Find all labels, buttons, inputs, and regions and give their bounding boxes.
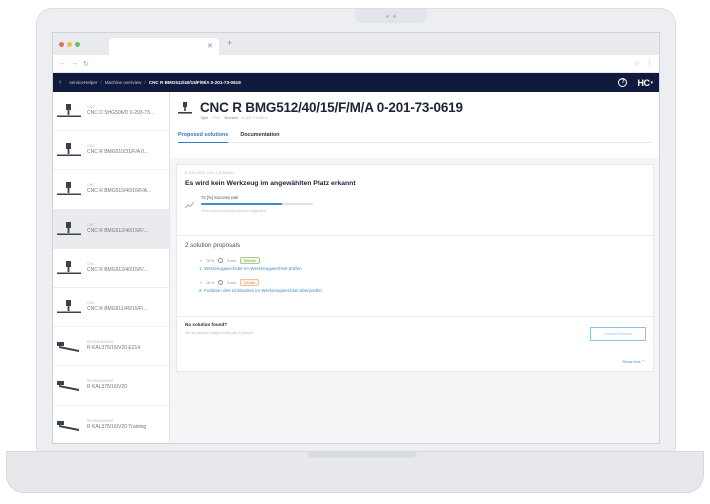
content-tabs: Proposed solutions Documentation <box>178 129 651 143</box>
machine-name: CNC R BMG510/31/F/A 0... <box>87 149 149 156</box>
success-rate-bar <box>201 203 313 205</box>
machine-name: R KAL375/16/V20 E214 <box>87 345 141 352</box>
type-value: CNC <box>212 116 221 120</box>
bookmark-icon[interactable]: ☆ <box>634 60 640 68</box>
spindle-icon <box>57 221 81 235</box>
machine-list-item[interactable]: CNC CNC R BMG510/31/F/A 0... <box>53 131 169 171</box>
brand-logo[interactable]: HC <box>637 78 650 88</box>
edgebander-icon <box>57 420 79 431</box>
no-solution-section: No solution found? We are always ready t… <box>177 317 653 371</box>
trend-up-icon: ↗ <box>199 280 203 285</box>
spindle-icon <box>57 182 81 196</box>
edgebander-icon <box>57 342 79 353</box>
machine-list-item[interactable]: CNC CNC D SHG506/D 0-293-73... <box>53 92 169 132</box>
back-arrow-icon[interactable]: ← <box>59 60 66 67</box>
laptop-base <box>6 451 704 493</box>
solution-proposal: ↗ 76 % 5 min Remote 1. Werkzeugwechsler im W… <box>199 257 645 271</box>
error-title: Es wird kein Werkzeug im angewählten Pla… <box>185 180 356 187</box>
clock-icon <box>218 258 224 263</box>
edgebander-icon <box>57 381 79 392</box>
browser-window: ✕ + ← → ↻ ☆ ⋮ ‹ serviceHelper / Machine … <box>52 32 660 444</box>
spindle-icon <box>57 143 81 157</box>
proposal-time: 5 min <box>227 258 237 263</box>
minimize-window-icon[interactable] <box>67 41 72 47</box>
solution-card: E 1001 0001 1001 1 20180410 Es wird kein… <box>176 164 654 372</box>
browser-menu-icon[interactable]: ⋮ <box>646 60 653 68</box>
chevron-down-icon[interactable]: ▾ <box>650 80 653 86</box>
main-content: CNC R BMG512/40/15/F/M/A 0-201-73-0619 T… <box>170 92 659 443</box>
browser-tab[interactable]: ✕ <box>109 38 219 55</box>
spindle-icon <box>57 260 81 274</box>
proposal-link[interactable]: 2. Funktion des Lichtladers im Werkzeugw… <box>199 288 645 293</box>
no-solution-subtitle: We are always ready to help you in perso… <box>185 331 254 335</box>
clock-icon <box>218 280 224 285</box>
machine-name: CNC R BMG510/40/16/F/A... <box>87 188 152 195</box>
proposals-title: 2 solution proposals <box>185 242 241 249</box>
contact-service-button[interactable]: Contact Service <box>590 327 646 341</box>
machine-name: R KAL375/16/V20 Training <box>87 423 147 430</box>
machine-list-item[interactable]: EDGEBANDING R KAL375/16/V20 <box>53 366 169 406</box>
no-solution-title: No solution found? <box>185 322 228 327</box>
machine-list-item[interactable]: EDGEBANDING R KAL375/16/V20 E214 <box>53 327 169 367</box>
maximize-window-icon[interactable] <box>75 41 80 47</box>
machine-list-item[interactable]: CNC CNC R BMG512/40/15/F/... <box>53 249 169 288</box>
camera-notch <box>355 9 427 23</box>
spindle-icon <box>178 101 192 114</box>
app-header: ‹ serviceHelper / Machine overview / CNC… <box>53 73 659 92</box>
proposal-badge: Remote <box>240 257 260 264</box>
proposal-rate: 76 % <box>206 258 215 263</box>
machine-list: CNC CNC D SHG506/D 0-293-73... CNC CNC R BM… <box>53 92 170 444</box>
close-tab-icon[interactable]: ✕ <box>207 43 213 50</box>
back-icon[interactable]: ‹ <box>59 79 61 86</box>
success-rate-label: 72 [%] Success rate <box>201 195 239 200</box>
error-section: E 1001 0001 1001 1 20180410 Es wird kein… <box>177 165 653 236</box>
type-label: Type <box>200 116 209 120</box>
number-value: 0-201-73-0619 <box>241 116 267 120</box>
machine-name: R KAL375/16/V20 <box>87 384 128 391</box>
tab-documentation[interactable]: Documentation <box>240 129 279 143</box>
breadcrumb-home[interactable]: serviceHelper <box>69 80 97 85</box>
breadcrumb-machine-overview[interactable]: Machine overview <box>105 80 142 85</box>
solution-proposal: ↗ 18 % 5 min On site 2. Funktion des Lichtla… <box>199 279 645 293</box>
spindle-icon <box>57 104 81 118</box>
machine-name: CNC R BMG512/40/15/F/... <box>87 227 148 234</box>
forward-arrow-icon[interactable]: → <box>71 60 78 67</box>
machine-list-item[interactable]: CNC CNC R BMG611/40/15/F/... <box>53 288 169 328</box>
tab-proposed-solutions[interactable]: Proposed solutions <box>178 129 229 143</box>
proposal-time: 5 min <box>227 280 237 285</box>
machine-list-item[interactable]: CNC CNC R BMG510/40/16/F/A... <box>53 170 169 210</box>
spindle-icon <box>57 300 81 314</box>
browser-tabbar: ✕ + <box>53 33 659 55</box>
browser-addressbar: ← → ↻ ☆ ⋮ <box>53 55 659 73</box>
help-icon[interactable]: ? <box>618 78 628 87</box>
new-tab-icon[interactable]: + <box>227 38 232 48</box>
breadcrumb-current: CNC R BMG512/40/15/F/M/A 0-201-73-0619 <box>148 80 241 85</box>
window-controls[interactable] <box>59 41 80 47</box>
machine-list-item[interactable]: EDGEBANDING R KAL375/16/V20 Training <box>53 406 169 444</box>
proposal-badge: On site <box>240 279 259 286</box>
proposal-link[interactable]: 1. Werkzeugwechsler im Werkzeugwechsel p… <box>199 266 645 271</box>
success-rate-fill <box>201 203 282 205</box>
number-label: Number <box>224 116 238 120</box>
machine-name: CNC R BMG512/40/15/F/... <box>87 266 148 273</box>
machine-header: CNC R BMG512/40/15/F/M/A 0-201-73-0619 T… <box>170 92 659 158</box>
machine-name: CNC R BMG611/40/15/F/... <box>87 306 148 313</box>
laptop-mockup: ✕ + ← → ↻ ☆ ⋮ ‹ serviceHelper / Machine … <box>0 0 710 504</box>
close-window-icon[interactable] <box>59 41 64 47</box>
show-less-link[interactable]: Show less ⌃ <box>622 359 645 364</box>
success-note: When performing the solution suggestion <box>201 209 267 213</box>
trend-up-icon <box>185 201 195 209</box>
proposals-section: 2 solution proposals ↗ 76 % 5 min Remote 1. … <box>177 236 653 317</box>
error-code: E 1001 0001 1001 1 20180410 <box>185 171 235 175</box>
page-title: CNC R BMG512/40/15/F/M/A 0-201-73-0619 <box>200 100 463 115</box>
proposal-rate: 18 % <box>206 280 215 285</box>
reload-icon[interactable]: ↻ <box>83 60 89 68</box>
machine-list-item[interactable]: CNC CNC R BMG512/40/15/F/... <box>53 209 169 249</box>
machine-name: CNC D SHG506/D 0-293-73... <box>87 110 154 117</box>
trend-up-icon: ↗ <box>199 258 203 263</box>
